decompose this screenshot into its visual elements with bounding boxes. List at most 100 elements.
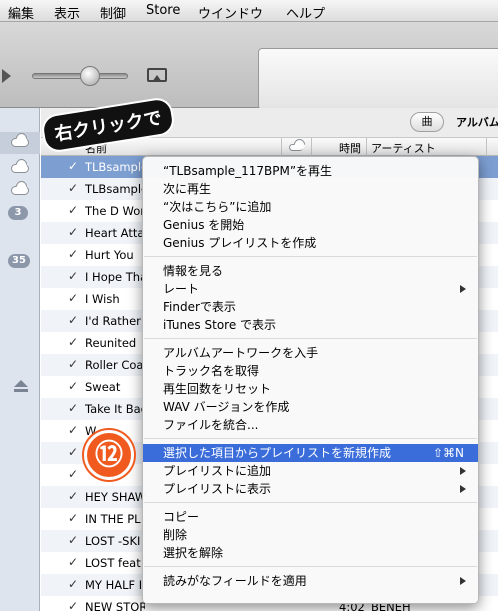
- track-name: Reunited: [85, 336, 137, 350]
- menu-controls[interactable]: 制御: [100, 3, 126, 22]
- checkmark-icon[interactable]: ✓: [68, 225, 78, 239]
- menu-shortcut: ⇧⌘N: [432, 446, 464, 460]
- track-name: The D Wor: [85, 204, 145, 218]
- submenu-arrow-icon: [460, 285, 466, 293]
- step-number-badge: ⑫: [84, 430, 134, 480]
- menu-item-label: プレイリストに追加: [163, 464, 272, 478]
- checkmark-icon[interactable]: ✓: [68, 181, 78, 195]
- submenu-arrow-icon: [460, 467, 466, 475]
- menu-item-new-playlist-from-selection[interactable]: 選択した項目からプレイリストを新規作成 ⇧⌘N: [143, 444, 478, 462]
- menu-item[interactable]: 削除: [143, 526, 478, 544]
- column-time[interactable]: 時間: [339, 140, 361, 156]
- menu-help[interactable]: ヘルプ: [286, 3, 325, 22]
- cloud-icon[interactable]: [11, 186, 29, 195]
- play-icon[interactable]: [2, 69, 11, 83]
- track-name: LOST -SKI: [85, 534, 141, 548]
- cloud-icon[interactable]: [11, 138, 29, 147]
- menu-item[interactable]: 選択を解除: [143, 544, 478, 562]
- menu-item-label: 削除: [163, 528, 188, 542]
- checkmark-icon[interactable]: ✓: [68, 159, 78, 173]
- track-name: Roller Coa: [85, 358, 144, 372]
- cloud-icon[interactable]: [289, 144, 303, 151]
- checkmark-icon[interactable]: ✓: [68, 489, 78, 503]
- track-name: I Wish: [85, 292, 120, 306]
- menu-item[interactable]: iTunes Store で表示: [143, 316, 478, 334]
- menu-item-label: ファイルを統合...: [163, 418, 259, 432]
- track-name: Heart Attac: [85, 226, 145, 240]
- checkmark-icon[interactable]: ✓: [68, 467, 78, 481]
- menu-item[interactable]: Genius プレイリストを作成: [143, 234, 478, 252]
- menu-item-label: レート: [163, 282, 200, 296]
- count-badge: 3: [8, 206, 28, 220]
- menu-item-label: 再生回数をリセット: [163, 382, 272, 396]
- menu-item[interactable]: “TLBsample_117BPM”を再生: [143, 162, 478, 180]
- menu-window[interactable]: ウインドウ: [198, 3, 263, 22]
- checkmark-icon[interactable]: ✓: [68, 379, 78, 393]
- menu-item[interactable]: レート: [143, 280, 478, 298]
- menu-item[interactable]: トラック名を取得: [143, 362, 478, 380]
- menu-separator: [144, 566, 477, 567]
- track-name: LOST feat: [85, 556, 141, 570]
- checkmark-icon[interactable]: ✓: [68, 357, 78, 371]
- track-name: IN THE PL: [85, 512, 141, 526]
- cloud-icon[interactable]: [11, 164, 29, 173]
- menu-item[interactable]: 読みがなフィールドを適用: [143, 572, 478, 590]
- menu-item-label: Genius プレイリストを作成: [163, 236, 317, 250]
- menu-item[interactable]: 次に再生: [143, 180, 478, 198]
- checkmark-icon[interactable]: ✓: [68, 313, 78, 327]
- submenu-arrow-icon: [460, 485, 466, 493]
- checkmark-icon[interactable]: ✓: [68, 577, 78, 591]
- checkmark-icon[interactable]: ✓: [68, 291, 78, 305]
- sidebar: 3 35: [0, 108, 40, 611]
- checkmark-icon[interactable]: ✓: [68, 269, 78, 283]
- track-name: TLBsample: [85, 160, 145, 174]
- menubar: 編集 表示 制御 Store ウインドウ ヘルプ: [0, 0, 498, 22]
- checkmark-icon[interactable]: ✓: [68, 445, 78, 459]
- tab-songs[interactable]: 曲: [410, 112, 444, 132]
- checkmark-icon[interactable]: ✓: [68, 203, 78, 217]
- track-name: TLBsample: [85, 182, 145, 196]
- checkmark-icon[interactable]: ✓: [68, 599, 78, 611]
- checkmark-icon[interactable]: ✓: [68, 401, 78, 415]
- menu-item[interactable]: Finderで表示: [143, 298, 478, 316]
- track-name: NEW STORY: [85, 600, 145, 611]
- checkmark-icon[interactable]: ✓: [68, 511, 78, 525]
- checkmark-icon[interactable]: ✓: [68, 555, 78, 569]
- menu-item[interactable]: 再生回数をリセット: [143, 380, 478, 398]
- checkmark-icon[interactable]: ✓: [68, 247, 78, 261]
- menu-item-label: iTunes Store で表示: [163, 318, 277, 332]
- volume-knob[interactable]: [80, 66, 100, 86]
- track-name: MY HALF I: [85, 578, 143, 592]
- checkmark-icon[interactable]: ✓: [68, 423, 78, 437]
- menu-item[interactable]: プレイリストに追加: [143, 462, 478, 480]
- checkmark-icon[interactable]: ✓: [68, 533, 78, 547]
- menu-item-label: WAV バージョンを作成: [163, 400, 290, 414]
- menu-item-label: Finderで表示: [163, 300, 236, 314]
- menu-item[interactable]: アルバムアートワークを入手: [143, 344, 478, 362]
- checkmark-icon[interactable]: ✓: [68, 335, 78, 349]
- lcd-display: [258, 48, 498, 110]
- menu-item-label: 選択を解除: [163, 546, 224, 560]
- eject-icon[interactable]: [14, 380, 28, 392]
- menu-item-label: “TLBsample_117BPM”を再生: [163, 164, 333, 178]
- menu-item[interactable]: Genius を開始: [143, 216, 478, 234]
- tab-albums[interactable]: アルバム: [456, 114, 498, 130]
- menu-store[interactable]: Store: [146, 3, 180, 18]
- menu-item-label: 次に再生: [163, 182, 212, 196]
- menu-view[interactable]: 表示: [54, 3, 80, 22]
- menu-item[interactable]: プレイリストに表示: [143, 480, 478, 498]
- menu-item[interactable]: コピー: [143, 508, 478, 526]
- menu-item[interactable]: ファイルを統合...: [143, 416, 478, 434]
- menu-item[interactable]: 情報を見る: [143, 262, 478, 280]
- menu-separator: [144, 338, 477, 339]
- menu-item[interactable]: “次はこちら”に追加: [143, 198, 478, 216]
- track-name: I'd Rather: [85, 314, 141, 328]
- airplay-icon[interactable]: [147, 68, 167, 82]
- submenu-arrow-icon: [460, 577, 466, 585]
- menu-item[interactable]: WAV バージョンを作成: [143, 398, 478, 416]
- menu-item-label: 読みがなフィールドを適用: [163, 574, 307, 588]
- menu-edit[interactable]: 編集: [8, 3, 34, 22]
- column-artist[interactable]: アーティスト: [371, 140, 436, 156]
- menu-item-label: “次はこちら”に追加: [163, 200, 272, 214]
- menu-separator: [144, 256, 477, 257]
